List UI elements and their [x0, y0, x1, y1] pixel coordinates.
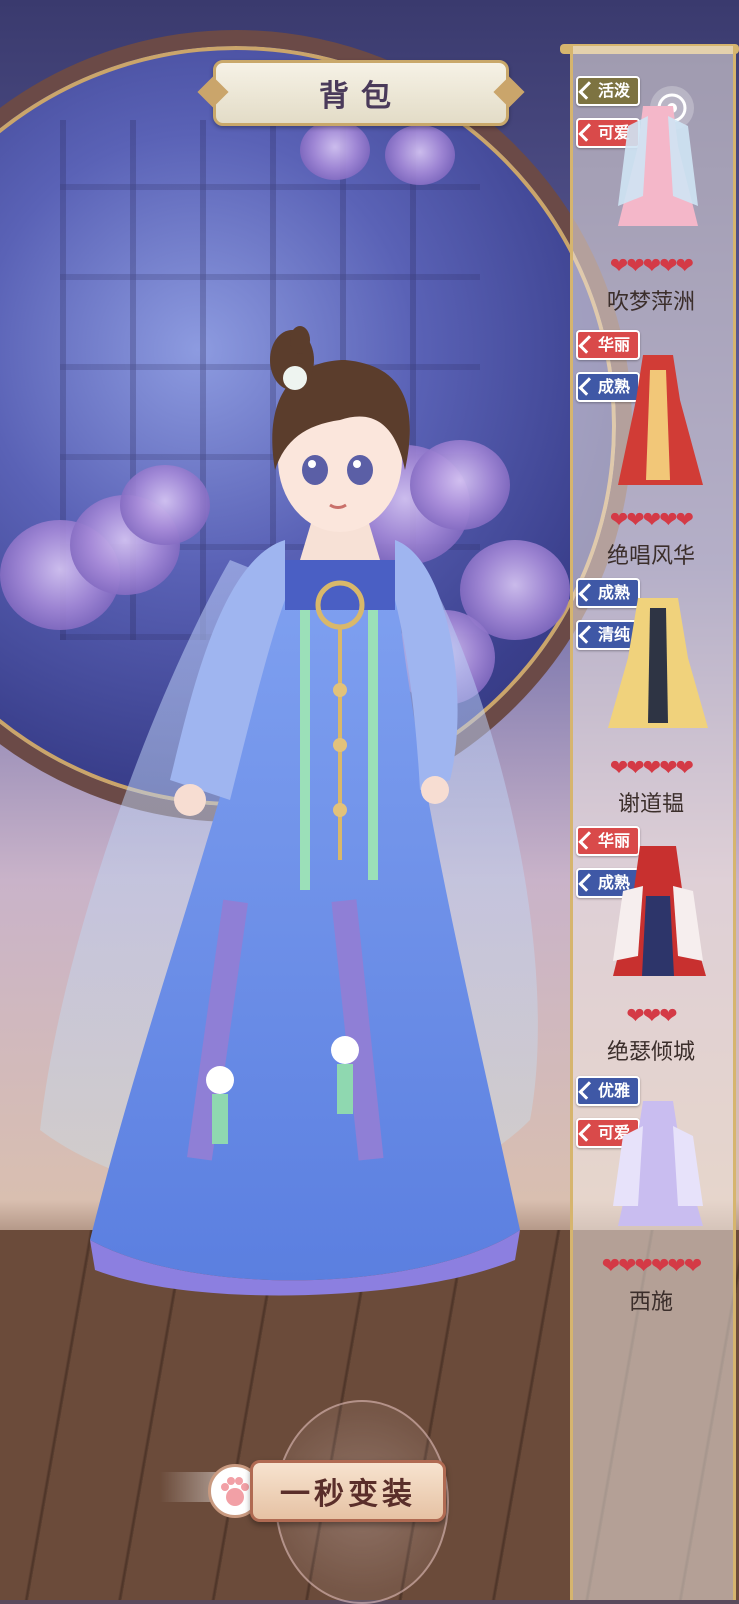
rating-hearts: ❤❤❤ — [626, 1004, 677, 1029]
outfit-name: 吹梦萍洲 — [606, 290, 695, 315]
rating-hearts: ❤❤❤❤❤ — [609, 756, 694, 781]
one-second-outfit-button[interactable]: 一秒变装 — [250, 1460, 446, 1522]
outfit-thumbnail — [608, 598, 708, 728]
page-title: 背包 — [319, 79, 403, 114]
outfit-thumbnail — [618, 355, 703, 485]
outfit-name: 绝瑟倾城 — [606, 1040, 695, 1065]
title-plaque: 背包 — [213, 60, 509, 126]
switch-button-label: 一秒变装 — [280, 1477, 416, 1512]
rating-hearts: ❤❤❤❤❤ — [609, 508, 694, 533]
outfit-name: 绝唱风华 — [606, 544, 695, 569]
outfit-thumbnail — [613, 846, 706, 976]
outfit-thumbnail — [618, 106, 698, 226]
rating-hearts: ❤❤❤❤❤ — [609, 254, 694, 279]
outfit-item[interactable]: 优雅 可爱 ❤❤❤❤❤❤ 西施 — [570, 1076, 732, 1326]
outfit-item[interactable]: 华丽 成熟 ❤❤❤ 绝瑟倾城 — [570, 826, 732, 1076]
outfit-item[interactable]: 成熟 清纯 ❤❤❤❤❤ 谢道韫 — [570, 578, 732, 828]
outfit-thumbnail — [613, 1101, 703, 1226]
rating-hearts: ❤❤❤❤❤❤ — [601, 1254, 703, 1279]
outfit-name: 谢道韫 — [617, 792, 684, 817]
outfit-item[interactable]: 华丽 成熟 ❤❤❤❤❤ 绝唱风华 — [570, 330, 732, 580]
outfit-name: 西施 — [628, 1290, 673, 1315]
outfit-item[interactable]: 活泼 可爱 ❤❤❤❤❤ 吹梦萍洲 — [570, 76, 732, 326]
